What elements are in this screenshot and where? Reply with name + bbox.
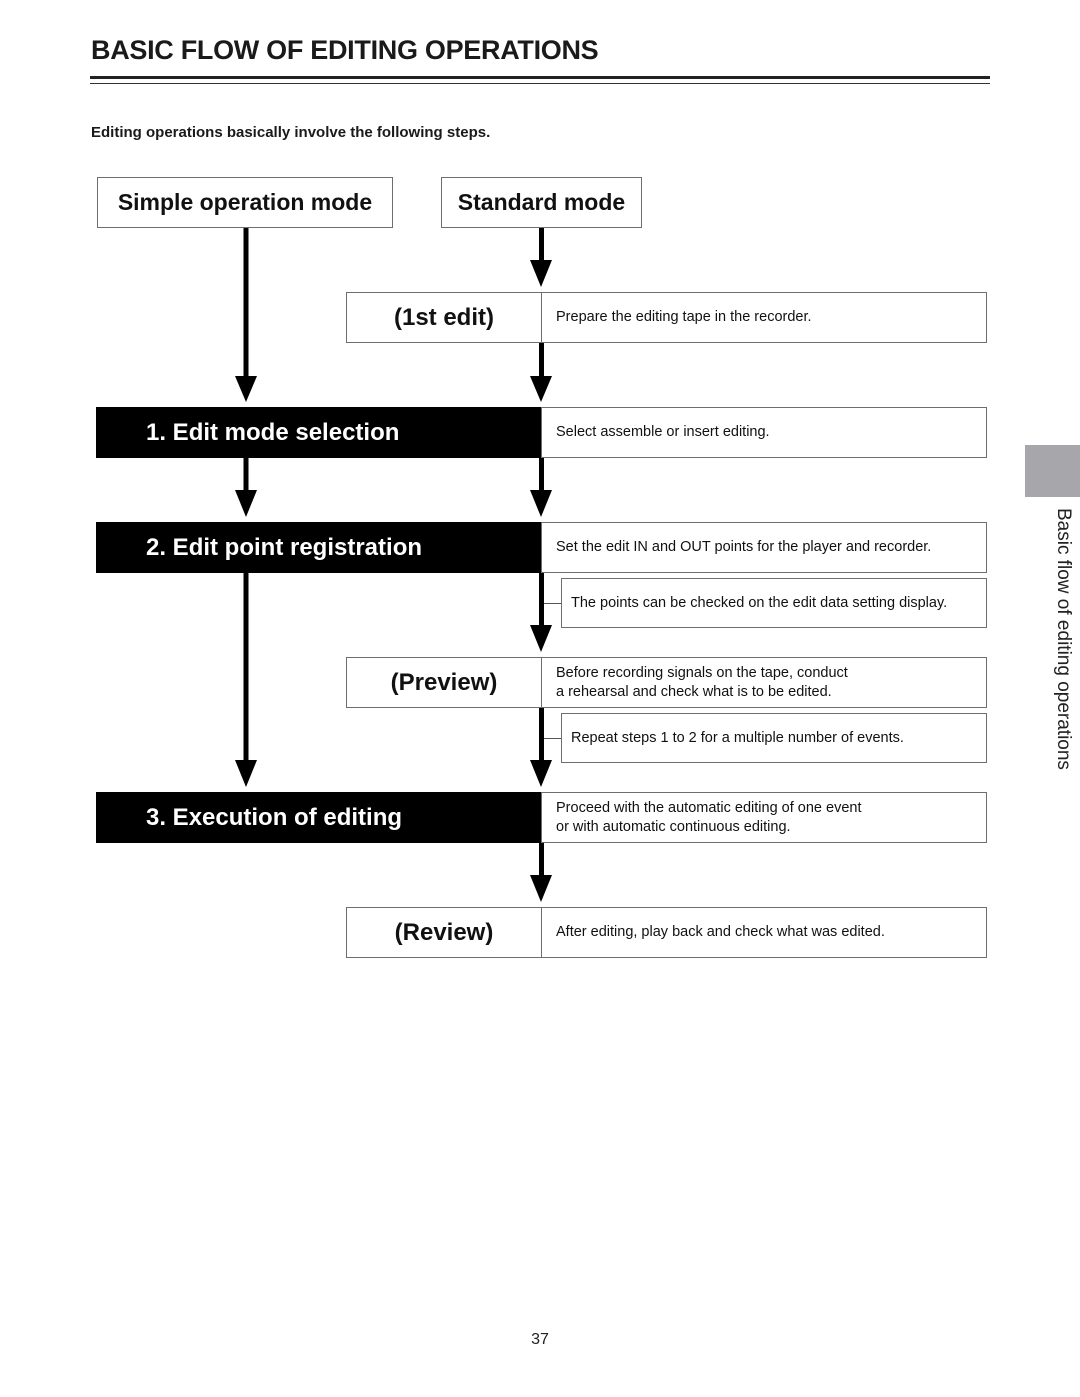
preview-note-text: Repeat steps 1 to 2 for a multiple numbe… — [571, 730, 904, 746]
preview-label-text: (Preview) — [390, 668, 498, 696]
standard-mode-arrow-1 — [530, 228, 552, 287]
preview-description: Before recording signals on the tape, co… — [541, 657, 987, 708]
review-description-line: After editing, play back and check what … — [556, 924, 885, 940]
step2-description-line: Set the edit IN and OUT points for the p… — [556, 539, 932, 555]
standard-mode-label: Standard mode — [457, 189, 626, 215]
step2-note: The points can be checked on the edit da… — [561, 578, 987, 628]
review-label: (Review) — [346, 907, 542, 958]
section-tab-marker — [1025, 445, 1080, 497]
step3-description-line-2: or with automatic continuous editing. — [556, 818, 791, 835]
standard-mode-box: Standard mode — [441, 177, 642, 228]
preview-note-connector — [544, 738, 561, 739]
title-rule-thin — [90, 83, 990, 84]
standard-mode-arrow-3 — [530, 458, 552, 517]
preview-description-line-1: Before recording signals on the tape, co… — [556, 664, 848, 681]
preview-label: (Preview) — [346, 657, 542, 708]
step1-description: Select assemble or insert editing. — [541, 407, 987, 458]
simple-mode-arrow-2 — [235, 458, 257, 517]
step2-note-connector — [544, 603, 561, 604]
page-title: BASIC FLOW OF EDITING OPERATIONS — [91, 35, 599, 65]
step3-description: Proceed with the automatic editing of on… — [541, 792, 987, 843]
simple-operation-mode-box: Simple operation mode — [97, 177, 393, 228]
review-description: After editing, play back and check what … — [541, 907, 987, 958]
section-side-label: Basic flow of editing operations — [1053, 508, 1074, 770]
standard-mode-arrow-4 — [530, 573, 552, 652]
first-edit-description-line: Prepare the editing tape in the recorder… — [556, 309, 812, 325]
title-rule-thick — [90, 76, 990, 79]
simple-mode-arrow-3 — [235, 573, 257, 787]
review-label-text: (Review) — [394, 918, 494, 946]
step3-label-text: 3. Execution of editing — [146, 803, 403, 831]
first-edit-label-text: (1st edit) — [393, 303, 494, 331]
preview-note: Repeat steps 1 to 2 for a multiple numbe… — [561, 713, 987, 763]
page-number: 37 — [531, 1331, 549, 1348]
simple-operation-mode-label: Simple operation mode — [117, 189, 373, 215]
simple-mode-arrow-1 — [235, 228, 257, 402]
step2-label-text: 2. Edit point registration — [146, 533, 423, 561]
first-edit-label: (1st edit) — [346, 292, 542, 343]
intro-text: Editing operations basically involve the… — [91, 124, 491, 141]
step1-description-line: Select assemble or insert editing. — [556, 424, 770, 440]
first-edit-description: Prepare the editing tape in the recorder… — [541, 292, 987, 343]
step2-label: 2. Edit point registration — [96, 522, 542, 573]
step3-description-line-1: Proceed with the automatic editing of on… — [556, 799, 862, 816]
step2-note-text: The points can be checked on the edit da… — [571, 595, 948, 611]
preview-description-line-2: a rehearsal and check what is to be edit… — [556, 683, 832, 700]
step3-label: 3. Execution of editing — [96, 792, 542, 843]
standard-mode-arrow-5 — [530, 708, 552, 787]
step1-label-text: 1. Edit mode selection — [146, 418, 400, 446]
standard-mode-arrow-6 — [530, 843, 552, 902]
standard-mode-arrow-2 — [530, 343, 552, 402]
step1-label: 1. Edit mode selection — [96, 407, 542, 458]
step2-description: Set the edit IN and OUT points for the p… — [541, 522, 987, 573]
